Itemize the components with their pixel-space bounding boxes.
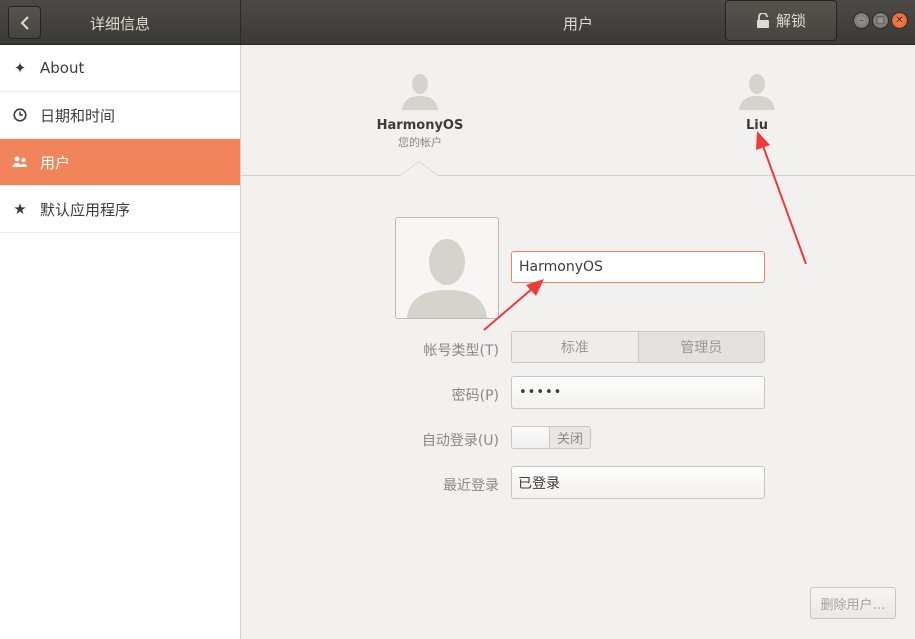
users-panel: HarmonyOS 您的帐户 Liu 帐号类型(T) 标准 管理员 密码(P) … (241, 45, 915, 639)
sidebar-item-datetime[interactable]: 日期和时间 (0, 92, 240, 139)
header-bar: 详细信息 用户 解锁 – □ ✕ (0, 0, 915, 45)
sidebar-item-default-apps[interactable]: ★ 默认应用程序 (0, 186, 240, 233)
account-type-standard[interactable]: 标准 (512, 332, 638, 362)
sparkle-icon: ✦ (13, 59, 27, 77)
user-avatar-icon (407, 239, 487, 318)
lock-icon (756, 12, 769, 28)
sidebar-item-label: 用户 (40, 153, 71, 172)
last-login-label: 最近登录 (443, 478, 499, 494)
maximize-button[interactable]: □ (872, 12, 889, 29)
close-button[interactable]: ✕ (891, 12, 908, 29)
account-type-label: 帐号类型(T) (423, 343, 499, 359)
maximize-icon: □ (875, 14, 886, 26)
user-name: Liu (746, 118, 768, 133)
autologin-label: 自动登录(U) (421, 433, 499, 449)
autologin-switch[interactable]: 关闭 (511, 426, 591, 449)
user-avatar-icon (402, 74, 438, 110)
switch-knob (512, 427, 550, 448)
sidebar: ✦ About 日期和时间 用户 ★ 默认应用程序 (0, 45, 241, 639)
minimize-button[interactable]: – (853, 12, 870, 29)
unlock-button[interactable]: 解锁 (725, 0, 837, 41)
account-type-toggle: 标准 管理员 (511, 331, 765, 363)
last-login-button[interactable]: 已登录 (511, 466, 765, 499)
user-card-harmonyos[interactable]: HarmonyOS 您的帐户 (340, 70, 500, 150)
sidebar-item-about[interactable]: ✦ About (0, 45, 240, 92)
sidebar-item-label: About (40, 59, 85, 77)
remove-user-button[interactable]: 删除用户… (810, 587, 896, 619)
user-card-liu[interactable]: Liu (677, 70, 837, 133)
sidebar-item-label: 默认应用程序 (40, 200, 131, 219)
user-subtitle: 您的帐户 (398, 136, 442, 149)
selection-caret (399, 161, 439, 176)
password-value: ••••• (519, 385, 563, 400)
user-name: HarmonyOS (376, 118, 464, 133)
close-icon: ✕ (895, 14, 904, 26)
avatar-button[interactable] (395, 217, 499, 319)
password-label: 密码(P) (451, 388, 499, 404)
account-type-admin[interactable]: 管理员 (637, 332, 764, 362)
star-icon: ★ (13, 200, 27, 218)
user-avatar-icon (739, 74, 775, 110)
users-icon (12, 154, 28, 170)
unlock-label: 解锁 (775, 12, 806, 30)
sidebar-item-label: 日期和时间 (40, 106, 116, 125)
password-field[interactable]: ••••• (511, 376, 765, 409)
full-name-field[interactable] (511, 251, 765, 283)
sidebar-item-users[interactable]: 用户 (0, 139, 240, 186)
switch-state: 关闭 (556, 432, 583, 447)
minimize-icon: – (859, 14, 864, 26)
clock-icon (12, 107, 28, 123)
user-list: HarmonyOS 您的帐户 Liu (241, 45, 915, 176)
last-login-value: 已登录 (518, 475, 560, 492)
